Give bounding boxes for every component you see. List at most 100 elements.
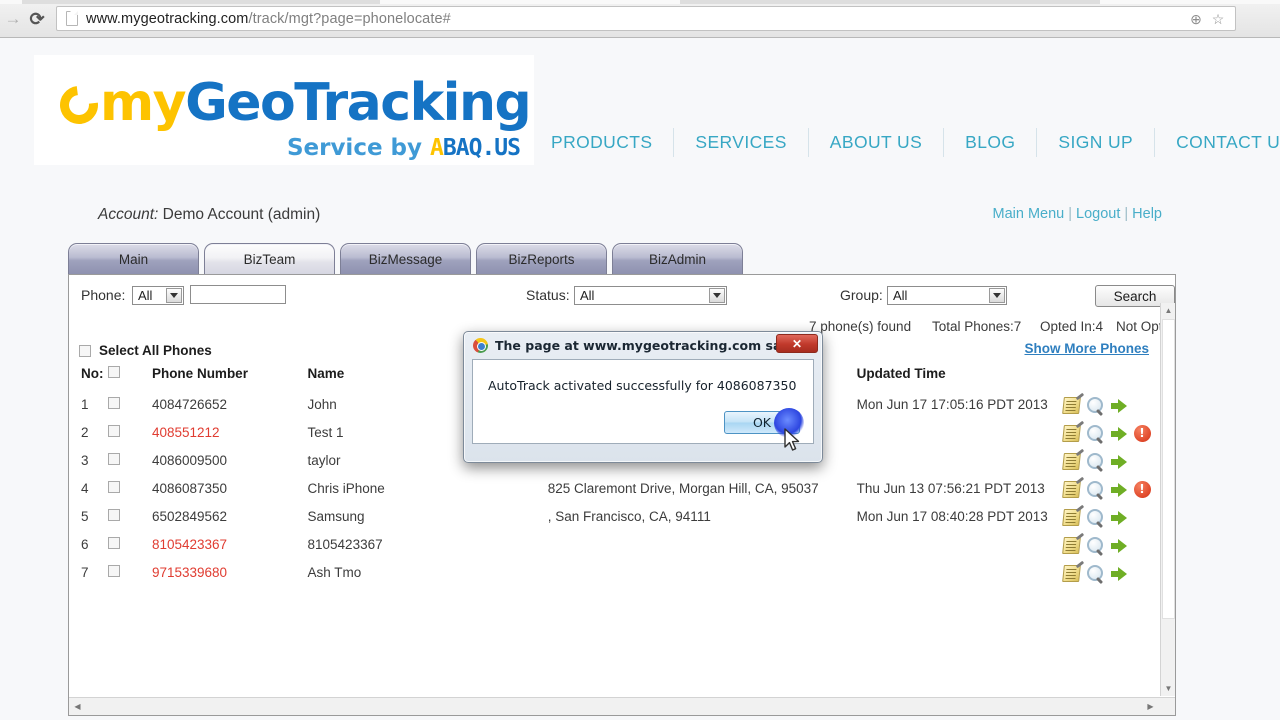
green-arrow-icon[interactable]	[1110, 510, 1127, 525]
magnifier-icon[interactable]	[1086, 453, 1104, 470]
note-icon[interactable]	[1061, 509, 1081, 526]
cell-updated-time	[857, 559, 1063, 587]
cell-updated-time: Thu Jun 13 07:56:21 PDT 2013	[856, 481, 1045, 496]
alert-icon[interactable]	[1133, 425, 1151, 442]
note-icon[interactable]	[1061, 425, 1081, 442]
row-action-icons	[1061, 536, 1175, 554]
magnifier-icon[interactable]	[1086, 565, 1104, 582]
tab-bizmessage[interactable]: BizMessage	[340, 243, 471, 274]
vertical-scroll-thumb[interactable]	[1162, 319, 1175, 619]
cell-phone-number[interactable]: 408551212	[152, 419, 308, 447]
phone-filter-select[interactable]: All	[132, 286, 184, 305]
alert-icon[interactable]	[1133, 481, 1151, 498]
note-icon[interactable]	[1061, 481, 1081, 498]
note-icon[interactable]	[1061, 537, 1081, 554]
green-arrow-icon[interactable]	[1110, 482, 1127, 497]
cell-phone-number[interactable]: 4084726652	[152, 391, 308, 419]
chevron-down-icon[interactable]	[709, 288, 725, 303]
cell-checkbox[interactable]	[108, 447, 151, 475]
phone-search-input[interactable]	[190, 285, 286, 304]
browser-chrome: → ⟳ www.mygeotracking.com/track/mgt?page…	[0, 0, 1280, 38]
scroll-left-arrow-icon[interactable]: ◀	[69, 698, 86, 715]
th-name[interactable]: Name	[308, 363, 468, 391]
cell-updated-time: Mon Jun 17 17:05:16 PDT 2013	[856, 397, 1048, 412]
row-checkbox[interactable]	[108, 453, 121, 465]
cell-phone-number[interactable]: 4086087350	[152, 475, 308, 503]
horizontal-scrollbar[interactable]: ◀ ▶	[69, 697, 1175, 715]
cell-name: Chris iPhone	[307, 481, 385, 496]
cell-phone-number[interactable]: 8105423367	[152, 531, 308, 559]
row-checkbox[interactable]	[108, 509, 121, 521]
row-checkbox[interactable]	[108, 537, 121, 549]
select-all-checkbox[interactable]	[79, 344, 91, 357]
group-filter-select[interactable]: All	[887, 286, 1007, 305]
scroll-up-arrow-icon[interactable]: ▲	[1161, 303, 1175, 318]
help-link[interactable]: Help	[1132, 206, 1162, 222]
cell-phone-number[interactable]: 9715339680	[152, 559, 308, 587]
row-checkbox[interactable]	[108, 565, 121, 577]
green-arrow-icon[interactable]	[1110, 566, 1127, 581]
row-checkbox[interactable]	[108, 481, 121, 493]
logout-link[interactable]: Logout	[1076, 206, 1120, 222]
scroll-right-arrow-icon[interactable]: ▶	[1142, 698, 1159, 715]
tab-bizadmin[interactable]: BizAdmin	[612, 243, 743, 274]
magnifier-icon[interactable]	[1086, 481, 1104, 498]
cell-checkbox[interactable]	[108, 475, 151, 503]
green-arrow-icon[interactable]	[1110, 426, 1127, 441]
show-more-phones-link[interactable]: Show More Phones	[1024, 341, 1149, 356]
th-updated-time[interactable]: Updated Time	[857, 363, 1063, 391]
magnifier-icon[interactable]	[1086, 397, 1104, 414]
tab-main[interactable]: Main	[68, 243, 199, 274]
cell-phone-number[interactable]: 6502849562	[152, 503, 308, 531]
opted-in-stat: Opted In:4	[1040, 319, 1104, 334]
row-action-icons	[1061, 452, 1175, 470]
row-checkbox[interactable]	[108, 425, 121, 437]
nav-item-products[interactable]: PRODUCTS	[530, 127, 675, 157]
select-all-label: Select All Phones	[99, 343, 212, 358]
nav-item-about-us[interactable]: ABOUT US	[809, 127, 945, 157]
chevron-down-icon[interactable]	[166, 288, 182, 303]
scroll-down-arrow-icon[interactable]: ▼	[1161, 681, 1175, 696]
reload-icon[interactable]: ⟳	[26, 8, 48, 30]
cell-checkbox[interactable]	[108, 391, 151, 419]
main-navigation: PRODUCTS SERVICES ABOUT US BLOG SIGN UP …	[530, 120, 1280, 164]
magnifier-icon[interactable]	[1086, 537, 1104, 554]
cell-checkbox[interactable]	[108, 419, 151, 447]
nav-item-blog[interactable]: BLOG	[944, 127, 1038, 157]
cell-checkbox[interactable]	[108, 531, 151, 559]
select-all-phones-row[interactable]: Select All Phones	[79, 343, 212, 358]
tab-bizteam[interactable]: BizTeam	[204, 243, 335, 274]
zoom-icon[interactable]: ⊕	[1185, 11, 1207, 28]
header-checkbox[interactable]	[108, 366, 121, 378]
cell-checkbox[interactable]	[108, 503, 151, 531]
row-action-icons	[1061, 480, 1175, 498]
bookmark-star-icon[interactable]: ☆	[1207, 11, 1229, 28]
address-bar[interactable]: www.mygeotracking.com/track/mgt?page=pho…	[56, 6, 1236, 31]
tab-bizreports[interactable]: BizReports	[476, 243, 607, 274]
green-arrow-icon[interactable]	[1110, 454, 1127, 469]
nav-item-sign-up[interactable]: SIGN UP	[1037, 127, 1156, 157]
row-checkbox[interactable]	[108, 397, 121, 409]
magnifier-icon[interactable]	[1086, 509, 1104, 526]
th-phone-number[interactable]: Phone Number	[152, 363, 308, 391]
green-arrow-icon[interactable]	[1110, 398, 1127, 413]
note-icon[interactable]	[1061, 565, 1081, 582]
cell-phone-number[interactable]: 4086009500	[152, 447, 308, 475]
site-logo[interactable]: myGeoTracking Service by ABAQ.US	[34, 55, 534, 165]
status-filter-select[interactable]: All	[574, 286, 727, 305]
cell-checkbox[interactable]	[108, 559, 151, 587]
cell-actions	[1061, 559, 1175, 587]
nav-item-services[interactable]: SERVICES	[674, 127, 809, 157]
table-row: 7 9715339680 Ash Tmo	[69, 559, 1175, 587]
green-arrow-icon[interactable]	[1110, 538, 1127, 553]
abaq-logo: ABAQ.US	[430, 135, 521, 161]
forward-button[interactable]: →	[4, 10, 22, 28]
chevron-down-icon[interactable]	[989, 288, 1005, 303]
main-menu-link[interactable]: Main Menu	[993, 206, 1065, 222]
magnifier-icon[interactable]	[1086, 425, 1104, 442]
close-icon[interactable]: ✕	[776, 334, 818, 353]
vertical-scrollbar[interactable]: ▲ ▼	[1160, 303, 1175, 696]
note-icon[interactable]	[1061, 397, 1081, 414]
nav-item-contact-us[interactable]: CONTACT US	[1155, 128, 1280, 157]
note-icon[interactable]	[1061, 453, 1081, 470]
